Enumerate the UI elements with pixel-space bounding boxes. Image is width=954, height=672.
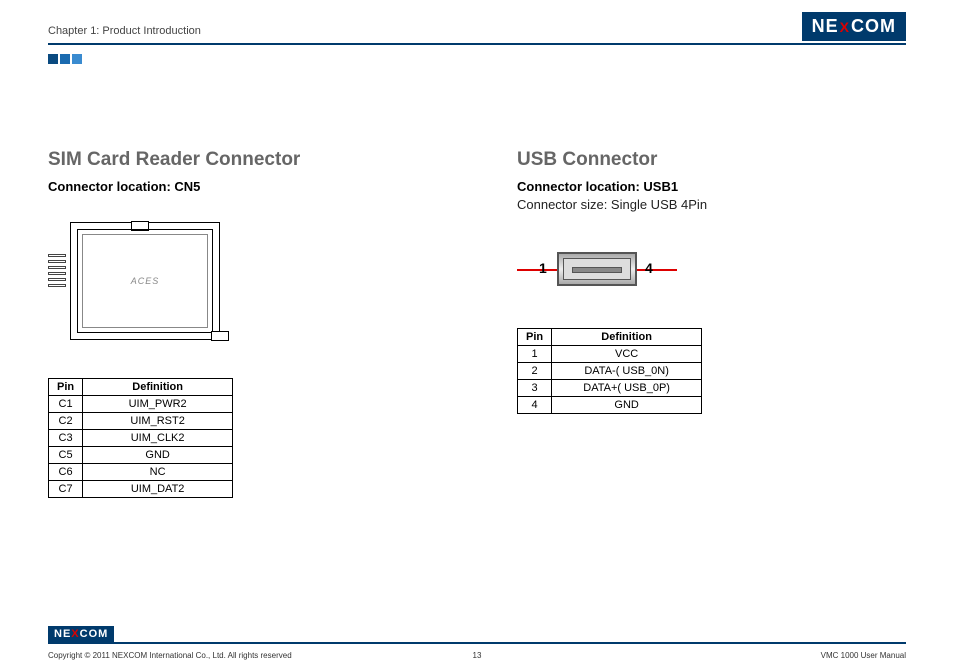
usb-table-body: 1 VCC 2 DATA-( USB_0N) 3 DATA+( USB_0P) … [518,346,702,414]
cell-def: DATA+( USB_0P) [552,380,702,397]
footer-rule [48,642,906,644]
main-content: SIM Card Reader Connector Connector loca… [0,69,954,498]
usb-port-icon [557,252,637,286]
usb-pin-1-label: 1 [539,260,547,276]
usb-title: USB Connector [517,149,906,171]
cell-def: VCC [552,346,702,363]
right-column: USB Connector Connector location: USB1 C… [517,149,906,498]
copyright-text: Copyright © 2011 NEXCOM International Co… [48,651,292,660]
sim-slot-icon: ACES [70,222,220,340]
cell-pin: C7 [49,481,83,498]
table-row: C6 NC [49,464,233,481]
table-row: C1 UIM_PWR2 [49,396,233,413]
manual-name: VMC 1000 User Manual [821,651,906,660]
cell-def: UIM_DAT2 [83,481,233,498]
page-header: Chapter 1: Product Introduction NEXCOM [0,0,954,41]
usb-subtext: Connector size: Single USB 4Pin [517,197,906,212]
table-row: C3 UIM_CLK2 [49,430,233,447]
sim-brand-label: ACES [82,234,208,328]
page-number: 13 [473,651,482,660]
sim-pinout-table: Pin Definition C1 UIM_PWR2 C2 UIM_RST2 C… [48,378,233,498]
cell-pin: 3 [518,380,552,397]
cell-def: UIM_RST2 [83,413,233,430]
usb-pin-4-label: 4 [645,260,653,276]
left-column: SIM Card Reader Connector Connector loca… [48,149,437,498]
table-row: 1 VCC [518,346,702,363]
sim-pins-icon [48,254,66,290]
chapter-title: Chapter 1: Product Introduction [48,25,201,41]
table-header-pin: Pin [49,379,83,396]
header-rule [48,43,906,45]
table-header-def: Definition [552,329,702,346]
logo-nexcom: NEXCOM [802,12,906,41]
cell-def: UIM_PWR2 [83,396,233,413]
table-header-pin: Pin [518,329,552,346]
table-header-def: Definition [83,379,233,396]
logo-x-icon: X [840,19,850,35]
cell-def: DATA-( USB_0N) [552,363,702,380]
usb-pinout-table: Pin Definition 1 VCC 2 DATA-( USB_0N) 3 … [517,328,702,414]
cell-pin: C2 [49,413,83,430]
cell-pin: C1 [49,396,83,413]
table-row: 3 DATA+( USB_0P) [518,380,702,397]
table-row: C2 UIM_RST2 [49,413,233,430]
cell-pin: 2 [518,363,552,380]
cell-pin: 4 [518,397,552,414]
page-footer: Copyright © 2011 NEXCOM International Co… [48,651,906,660]
sim-subtitle: Connector location: CN5 [48,179,437,194]
cell-def: UIM_CLK2 [83,430,233,447]
footer-logo: NEXCOM [48,626,114,642]
sim-tab-icon [211,331,229,341]
decorative-squares [48,51,954,69]
square-icon [48,54,58,64]
sim-table-body: C1 UIM_PWR2 C2 UIM_RST2 C3 UIM_CLK2 C5 G… [49,396,233,498]
sim-title: SIM Card Reader Connector [48,149,437,171]
cell-def: GND [83,447,233,464]
table-row: 2 DATA-( USB_0N) [518,363,702,380]
cell-pin: C5 [49,447,83,464]
table-row: 4 GND [518,397,702,414]
logo-x-icon: X [71,628,79,640]
square-icon [72,54,82,64]
cell-pin: 1 [518,346,552,363]
cell-pin: C3 [49,430,83,447]
cell-def: GND [552,397,702,414]
table-row: C7 UIM_DAT2 [49,481,233,498]
usb-connector-diagram: 1 4 [517,240,677,300]
usb-subtitle: Connector location: USB1 [517,179,906,194]
cell-pin: C6 [49,464,83,481]
table-row: C5 GND [49,447,233,464]
cell-def: NC [83,464,233,481]
sim-connector-diagram: ACES [48,214,238,354]
square-icon [60,54,70,64]
